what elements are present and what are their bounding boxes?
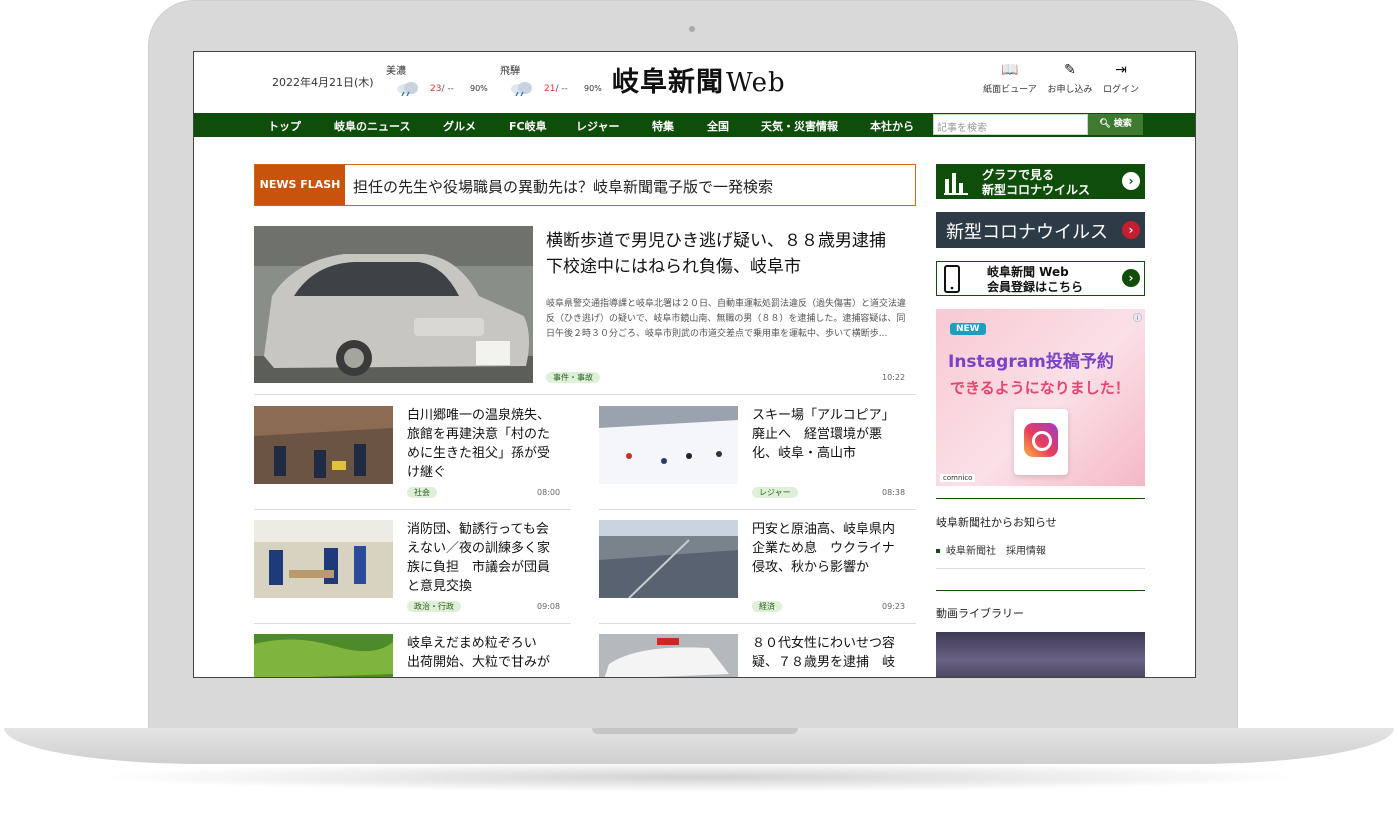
- divider: [254, 509, 571, 510]
- top-story-image[interactable]: [254, 226, 533, 383]
- article-thumbnail[interactable]: [599, 406, 738, 484]
- nav-top[interactable]: トップ: [268, 118, 301, 134]
- login-link[interactable]: ⇥ ログイン: [1091, 62, 1151, 95]
- article-time: 08:38: [882, 488, 906, 497]
- weather-hida: 飛騨 21/ -- 90%: [500, 62, 610, 106]
- category-tag[interactable]: 経済: [752, 601, 782, 612]
- news-flash-label: NEWS FLASH: [255, 165, 345, 205]
- category-tag[interactable]: 社会: [407, 487, 437, 498]
- bar-chart-icon: [944, 173, 968, 195]
- login-icon: ⇥: [1115, 62, 1127, 78]
- camera-dot: [689, 26, 695, 32]
- divider: [254, 394, 916, 395]
- instagram-icon: [1024, 423, 1058, 457]
- top-story-title[interactable]: 横断歩道で男児ひき逃げ疑い、８８歳男逮捕 下校途中にはねられ負傷、岐阜市: [546, 228, 906, 280]
- current-date: 2022年4月21日(木): [272, 76, 374, 89]
- temperature: 23/ --: [430, 84, 454, 94]
- nav-national[interactable]: 全国: [707, 118, 729, 134]
- nav-gifu-news[interactable]: 岐阜のニュース: [334, 118, 410, 134]
- category-tag[interactable]: 政治・行政: [407, 601, 461, 612]
- chevron-right-icon: ›: [1122, 172, 1140, 190]
- ad-subheadline: できるようになりました！: [950, 379, 1130, 397]
- laptop-shadow: [90, 762, 1310, 792]
- video-thumbnail[interactable]: [936, 632, 1145, 677]
- site-header: 2022年4月21日(木) 美濃 23/ -- 90% 飛騨 21/ -- 90…: [194, 52, 1195, 113]
- notice-heading: 岐阜新聞社からお知らせ: [936, 516, 1057, 529]
- divider: [599, 623, 916, 624]
- category-tag[interactable]: レジャー: [752, 487, 798, 498]
- nav-company[interactable]: 本社から: [870, 118, 914, 134]
- rain-cloud-icon: [511, 82, 532, 96]
- instagram-ad[interactable]: ⓘ NEW Instagram投稿予約 できるようになりました！ comnico: [936, 309, 1145, 486]
- article-thumbnail[interactable]: [599, 634, 738, 678]
- site-logo[interactable]: 岐阜新聞Web: [612, 60, 786, 99]
- new-badge: NEW: [950, 323, 986, 335]
- divider: [599, 509, 916, 510]
- adchoices-icon[interactable]: ⓘ: [1133, 311, 1142, 324]
- smartphone-icon: [944, 265, 960, 293]
- chevron-right-icon: ›: [1122, 221, 1140, 239]
- phone-illustration: [1014, 409, 1068, 475]
- article-title[interactable]: 岐阜えだまめ粒ぞろい 出荷開始、大粒で甘みが: [407, 634, 557, 672]
- nav-weather[interactable]: 天気・災害情報: [761, 118, 838, 134]
- ad-brand: comnico: [940, 474, 976, 482]
- article-title[interactable]: スキー場「アルコピア」廃止へ 経営環境が悪化、岐阜・高山市: [752, 406, 902, 463]
- article-thumbnail[interactable]: [254, 520, 393, 598]
- article-time: 10:22: [882, 373, 906, 382]
- rain-chance: 90%: [584, 84, 602, 93]
- nav-feature[interactable]: 特集: [652, 118, 674, 134]
- browser-screen: 2022年4月21日(木) 美濃 23/ -- 90% 飛騨 21/ -- 90…: [193, 51, 1196, 678]
- category-tag[interactable]: 事件・事故: [546, 372, 600, 383]
- chevron-right-icon: ›: [1122, 269, 1140, 287]
- video-library-heading: 動画ライブラリー: [936, 607, 1024, 620]
- section-divider: [936, 590, 1145, 591]
- divider: [936, 568, 1145, 569]
- section-divider: [936, 498, 1145, 499]
- article-thumbnail[interactable]: [254, 634, 393, 678]
- recruit-link[interactable]: 岐阜新聞社 採用情報: [936, 542, 1046, 557]
- corona-graph-banner[interactable]: グラフで見る 新型コロナウイルス ›: [936, 164, 1145, 199]
- article-time: 09:08: [537, 602, 561, 611]
- nav-fc-gifu[interactable]: FC岐阜: [509, 118, 547, 134]
- divider: [254, 623, 571, 624]
- main-nav: トップ 岐阜のニュース グルメ FC岐阜 レジャー 特集 全国 天気・災害情報 …: [194, 113, 1195, 137]
- article-time: 09:23: [882, 602, 906, 611]
- nav-leisure[interactable]: レジャー: [576, 118, 619, 134]
- nav-gourmet[interactable]: グルメ: [443, 118, 476, 134]
- rain-chance: 90%: [470, 84, 488, 93]
- rain-cloud-icon: [397, 82, 418, 96]
- article-thumbnail[interactable]: [599, 520, 738, 598]
- temperature: 21/ --: [544, 84, 568, 94]
- viewer-link[interactable]: 📖 紙面ビューア: [980, 62, 1040, 95]
- weather-region: 飛騨: [500, 66, 520, 77]
- laptop-notch: [592, 728, 798, 734]
- search-input[interactable]: 記事を検索: [933, 114, 1088, 135]
- search-button[interactable]: 🔍︎ 検索: [1088, 114, 1143, 135]
- news-flash-text[interactable]: 担任の先生や役場職員の異動先は？岐阜新聞電子版で一発検索: [353, 176, 773, 197]
- ad-headline: Instagram投稿予約: [948, 352, 1114, 372]
- member-signup-banner[interactable]: 岐阜新聞 Web 会員登録はこちら ›: [936, 261, 1145, 296]
- news-flash[interactable]: NEWS FLASH 担任の先生や役場職員の異動先は？岐阜新聞電子版で一発検索: [254, 164, 916, 206]
- weather-mino: 美濃 23/ -- 90%: [386, 62, 496, 106]
- weather-region: 美濃: [386, 66, 406, 77]
- article-title[interactable]: 白川郷唯一の温泉焼失、旅館を再建決意「村のために生きた祖父」孫が受け継ぐ: [407, 406, 557, 482]
- book-icon: 📖: [1001, 62, 1019, 78]
- article-title[interactable]: ８０代女性にわいせつ容疑、７８歳男を逮捕 岐: [752, 634, 902, 672]
- article-time: 08:00: [537, 488, 561, 497]
- article-thumbnail[interactable]: [254, 406, 393, 484]
- search-icon: 🔍︎: [1099, 119, 1111, 129]
- top-story-summary: 岐阜県警交通指導課と岐阜北署は２０日、自動車運転処罰法違反（過失傷害）と道交法違…: [546, 299, 907, 339]
- article-title[interactable]: 円安と原油高、岐阜県内企業ため息 ウクライナ侵攻、秋から影響か: [752, 520, 902, 577]
- corona-banner[interactable]: 新型コロナウイルス ›: [936, 212, 1145, 248]
- article-title[interactable]: 消防団、勧誘行っても会えない／夜の訓練多く家族に負担 市議会が団員と意見交換: [407, 520, 557, 596]
